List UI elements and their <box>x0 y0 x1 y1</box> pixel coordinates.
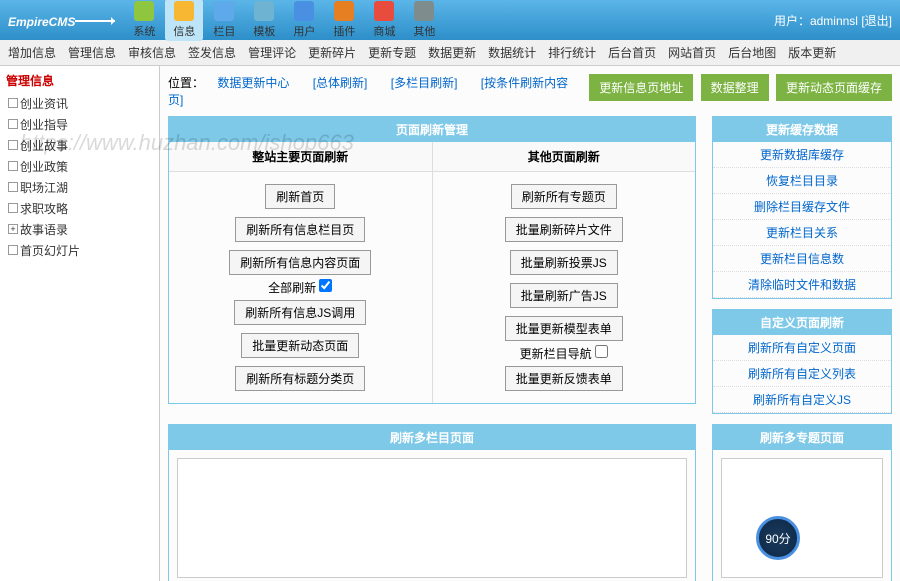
menu-item[interactable]: 数据更新 <box>428 44 476 61</box>
refresh-dynamic-button[interactable]: 批量更新动态页面 <box>241 333 359 358</box>
menu-item[interactable]: 审核信息 <box>128 44 176 61</box>
update-nav-label: 更新栏目导航 <box>520 347 592 361</box>
tree-folder[interactable]: 故事语录 <box>6 219 153 240</box>
tree-item[interactable]: 创业指导 <box>6 114 153 135</box>
panel-header: 页面刷新管理 <box>169 117 695 142</box>
refresh-panel: 页面刷新管理 整站主要页面刷新 其他页面刷新 刷新首页 刷新所有信息栏目页 刷新… <box>168 116 696 404</box>
refresh-feedback-button[interactable]: 批量更新反馈表单 <box>505 366 623 391</box>
all-refresh-label: 全部刷新 <box>268 281 316 295</box>
menu-item[interactable]: 管理信息 <box>68 44 116 61</box>
panel-header: 刷新多专题页面 <box>713 425 891 450</box>
breadcrumb-link[interactable]: 数据更新中心 <box>217 76 289 90</box>
menubar: 增加信息 管理信息 审核信息 签发信息 管理评论 更新碎片 更新专题 数据更新 … <box>0 40 900 66</box>
update-cache-button[interactable]: 更新动态页面缓存 <box>776 74 892 101</box>
refresh-js-button[interactable]: 刷新所有信息JS调用 <box>234 300 366 325</box>
update-url-button[interactable]: 更新信息页地址 <box>589 74 693 101</box>
menu-item[interactable]: 签发信息 <box>188 44 236 61</box>
cache-link[interactable]: 删除栏目缓存文件 <box>713 194 891 220</box>
sidebar: 管理信息 创业资讯 创业指导 创业故事 创业政策 职场江湖 求职攻略 故事语录 … <box>0 66 160 581</box>
logout-link[interactable]: [退出] <box>861 14 892 28</box>
refresh-column-button[interactable]: 刷新所有信息栏目页 <box>235 217 365 242</box>
user-info: 用户：adminnsl [退出] <box>774 12 892 29</box>
panel-header: 刷新多栏目页面 <box>169 425 695 450</box>
panel-header: 更新缓存数据 <box>713 117 891 142</box>
cache-link[interactable]: 更新数据库缓存 <box>713 142 891 168</box>
cpu-widget: 90分 <box>756 516 800 560</box>
menu-item[interactable]: 增加信息 <box>8 44 56 61</box>
menu-item[interactable]: 管理评论 <box>248 44 296 61</box>
tree-item[interactable]: 职场江湖 <box>6 177 153 198</box>
cache-link[interactable]: 更新栏目信息数 <box>713 246 891 272</box>
menu-item[interactable]: 网站首页 <box>668 44 716 61</box>
refresh-fragment-button[interactable]: 批量刷新碎片文件 <box>505 217 623 242</box>
cache-link[interactable]: 恢复栏目目录 <box>713 168 891 194</box>
refresh-topic-button[interactable]: 刷新所有专题页 <box>511 184 617 209</box>
logo: EmpireCMS <box>8 10 115 31</box>
nav-other[interactable]: 其他 <box>405 0 443 41</box>
all-refresh-checkbox[interactable] <box>319 279 332 292</box>
nav-template[interactable]: 模板 <box>245 0 283 41</box>
breadcrumb-link[interactable]: [总体刷新] <box>313 76 368 90</box>
refresh-ad-button[interactable]: 批量刷新广告JS <box>510 283 618 308</box>
sidebar-title: 管理信息 <box>6 72 153 89</box>
tree-item[interactable]: 首页幻灯片 <box>6 240 153 261</box>
nav-plugin[interactable]: 插件 <box>325 0 363 41</box>
nav-shop[interactable]: 商城 <box>365 0 403 41</box>
nav-info[interactable]: 信息 <box>165 0 203 41</box>
tree-item[interactable]: 创业故事 <box>6 135 153 156</box>
panel-header: 自定义页面刷新 <box>713 310 891 335</box>
menu-item[interactable]: 更新碎片 <box>308 44 356 61</box>
tree-item[interactable]: 求职攻略 <box>6 198 153 219</box>
col-header: 其他页面刷新 <box>433 142 696 172</box>
custom-link[interactable]: 刷新所有自定义列表 <box>713 361 891 387</box>
menu-item[interactable]: 后台首页 <box>608 44 656 61</box>
tree-item[interactable]: 创业政策 <box>6 156 153 177</box>
refresh-home-button[interactable]: 刷新首页 <box>265 184 335 209</box>
column-select[interactable] <box>177 458 687 578</box>
nav-system[interactable]: 系统 <box>125 0 163 41</box>
refresh-content-button[interactable]: 刷新所有信息内容页面 <box>229 250 371 275</box>
breadcrumb-link[interactable]: [多栏目刷新] <box>391 76 458 90</box>
data-clean-button[interactable]: 数据整理 <box>701 74 769 101</box>
menu-item[interactable]: 排行统计 <box>548 44 596 61</box>
menu-item[interactable]: 后台地图 <box>728 44 776 61</box>
refresh-title-button[interactable]: 刷新所有标题分类页 <box>235 366 365 391</box>
nav-user[interactable]: 用户 <box>285 0 323 41</box>
cache-link[interactable]: 清除临时文件和数据 <box>713 272 891 298</box>
col-header: 整站主要页面刷新 <box>169 142 433 172</box>
nav-column[interactable]: 栏目 <box>205 0 243 41</box>
cache-link[interactable]: 更新栏目关系 <box>713 220 891 246</box>
custom-link[interactable]: 刷新所有自定义JS <box>713 387 891 413</box>
topic-select[interactable] <box>721 458 883 578</box>
update-nav-checkbox[interactable] <box>595 345 608 358</box>
top-nav: 系统 信息 栏目 模板 用户 插件 商城 其他 <box>125 0 774 41</box>
menu-item[interactable]: 更新专题 <box>368 44 416 61</box>
tree-item[interactable]: 创业资讯 <box>6 93 153 114</box>
custom-link[interactable]: 刷新所有自定义页面 <box>713 335 891 361</box>
menu-item[interactable]: 版本更新 <box>788 44 836 61</box>
refresh-vote-button[interactable]: 批量刷新投票JS <box>510 250 618 275</box>
refresh-form-button[interactable]: 批量更新模型表单 <box>505 316 623 341</box>
menu-item[interactable]: 数据统计 <box>488 44 536 61</box>
